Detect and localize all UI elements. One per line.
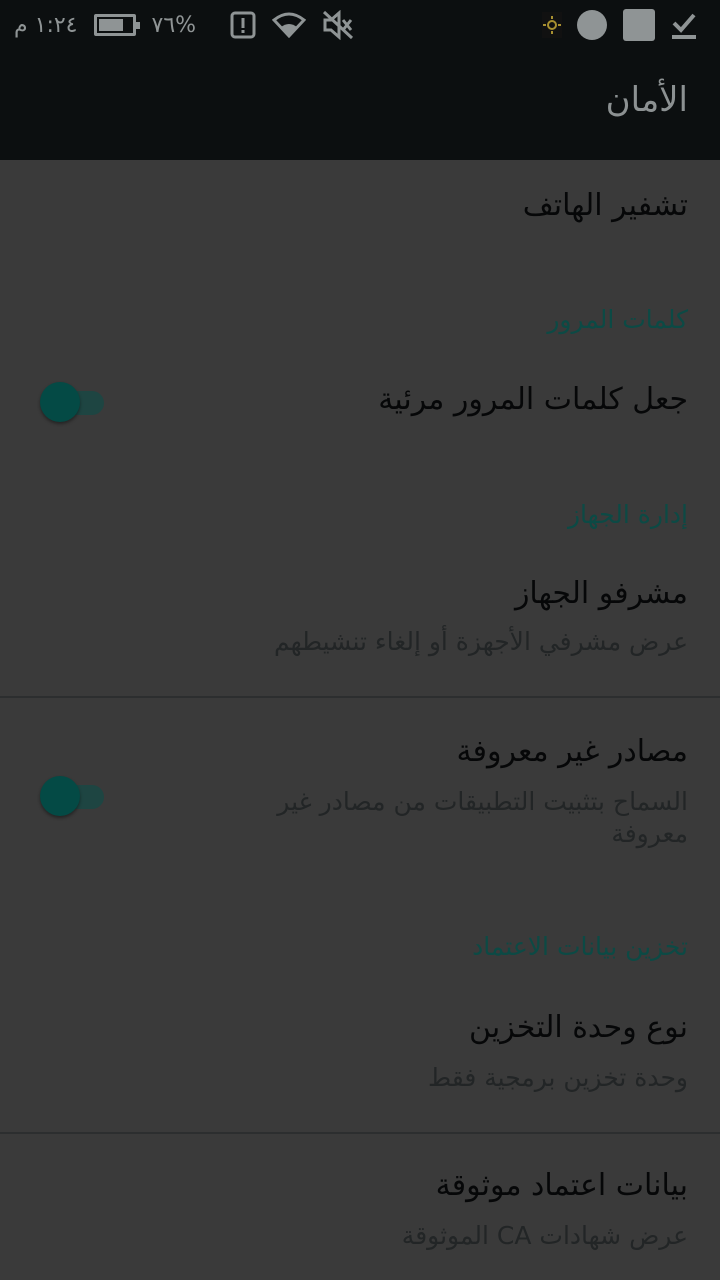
- item-subtitle: وحدة تخزين برمجية فقط: [427, 1063, 688, 1092]
- battery-level: ٧٦%: [151, 12, 197, 38]
- show-passwords-toggle[interactable]: [40, 382, 104, 422]
- alert-icon: [230, 11, 256, 39]
- circle-icon: [576, 9, 608, 41]
- item-title: جعل كلمات المرور مرئية: [378, 382, 688, 417]
- download-done-icon: [670, 10, 698, 40]
- status-bar: ١:٢٤ م ٧٦%: [0, 0, 720, 50]
- wifi-icon: [272, 12, 307, 38]
- app-bar: الأمان: [0, 50, 720, 160]
- trusted-credentials-item[interactable]: بيانات اعتماد موثوقة عرض شهادات CA الموث…: [0, 1136, 720, 1280]
- toggle-thumb: [40, 776, 80, 816]
- item-title: تشفير الهاتف: [522, 188, 688, 223]
- item-title: مشرفو الجهاز: [514, 576, 688, 611]
- item-title: بيانات اعتماد موثوقة: [435, 1168, 688, 1203]
- unknown-sources-item[interactable]: مصادر غير معروفة السماح بتثبيت التطبيقات…: [0, 700, 720, 880]
- page-title: الأمان: [605, 80, 688, 120]
- item-title: نوع وحدة التخزين: [469, 1010, 688, 1045]
- divider: [0, 1132, 720, 1134]
- phone-encryption-item[interactable]: تشفير الهاتف: [0, 160, 720, 260]
- status-time: ١:٢٤ م: [14, 12, 78, 38]
- toggle-thumb: [40, 382, 80, 422]
- item-subtitle: عرض شهادات CA الموثوقة: [401, 1221, 688, 1250]
- item-subtitle: عرض مشرفي الأجهزة أو إلغاء تنشيطهم: [273, 627, 688, 656]
- section-header-credential-storage: تخزين بيانات الاعتماد: [472, 932, 688, 961]
- show-passwords-item[interactable]: جعل كلمات المرور مرئية: [0, 356, 720, 456]
- section-header-device-admin: إدارة الجهاز: [567, 500, 688, 529]
- storage-type-item[interactable]: نوع وحدة التخزين وحدة تخزين برمجية فقط: [0, 990, 720, 1130]
- square-icon: [622, 8, 656, 42]
- mute-icon: [322, 10, 354, 40]
- unknown-sources-toggle[interactable]: [40, 776, 104, 816]
- battery-icon: [93, 14, 140, 36]
- section-header-passwords: كلمات المرور: [547, 305, 688, 334]
- brightness-icon: [542, 12, 562, 38]
- item-title: مصادر غير معروفة: [456, 734, 688, 769]
- item-subtitle: السماح بتثبيت التطبيقات من مصادر غير معر…: [277, 787, 688, 848]
- divider: [0, 696, 720, 698]
- device-admins-item[interactable]: مشرفو الجهاز عرض مشرفي الأجهزة أو إلغاء …: [0, 556, 720, 696]
- settings-list[interactable]: تشفير الهاتف كلمات المرور جعل كلمات المر…: [0, 160, 720, 1280]
